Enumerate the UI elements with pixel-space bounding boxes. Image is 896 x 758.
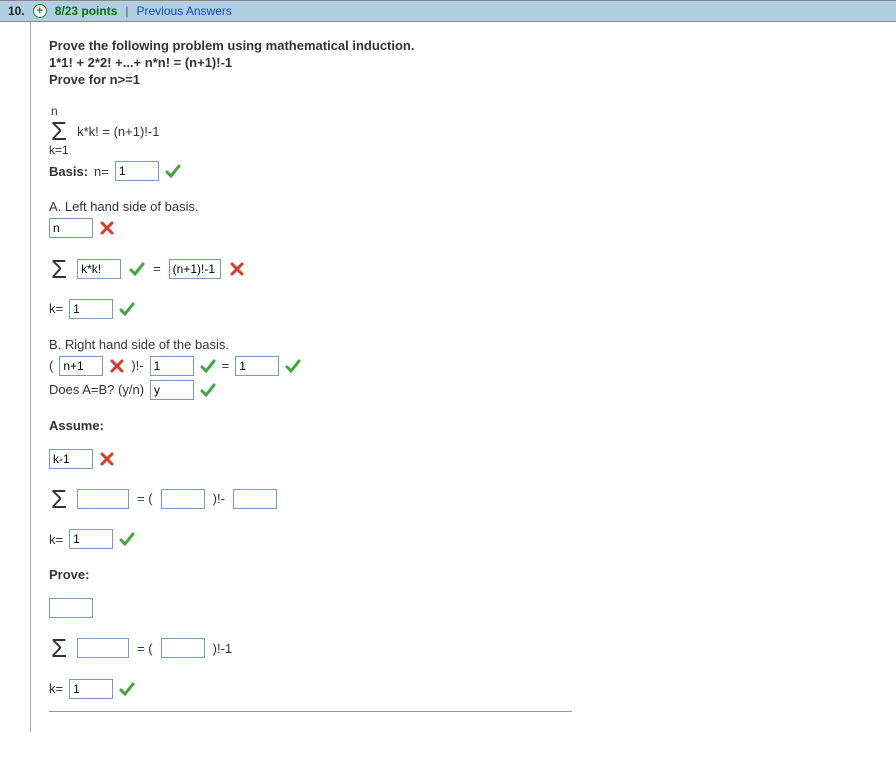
assume-tail-input[interactable] [233, 489, 277, 509]
prove-top-input[interactable] [49, 598, 93, 618]
check-icon [200, 358, 216, 374]
part-b-v2-input[interactable] [150, 356, 194, 376]
assume-section: Assume: Σ = ( )!- k= [49, 418, 572, 549]
question-content: Prove the following problem using mathem… [30, 22, 590, 732]
check-icon [129, 261, 145, 277]
part-a-body-input[interactable] [77, 259, 121, 279]
part-b-v1-input[interactable] [59, 356, 103, 376]
cross-icon [99, 220, 115, 236]
sigma-symbol: Σ [49, 622, 69, 674]
sigma-statement: n Σ k=1 k*k! = (n+1)!-1 [49, 105, 572, 157]
previous-answers-link[interactable]: Previous Answers [137, 4, 232, 18]
question-number: 10. [8, 4, 25, 18]
does-a-b: Does A=B? (y/n) [49, 380, 572, 400]
assume-label: Assume: [49, 418, 572, 433]
plus-icon[interactable]: + [33, 4, 47, 18]
points-text: 8/23 points [55, 4, 118, 18]
k-label: k= [49, 681, 63, 696]
cross-icon [229, 261, 245, 277]
check-icon [119, 681, 135, 697]
equals-label: = [153, 261, 161, 276]
sigma-symbol: Σ [49, 242, 69, 294]
cross-icon [99, 451, 115, 467]
part-b-v3-input[interactable] [235, 356, 279, 376]
question-header: 10. + 8/23 points | Previous Answers [0, 0, 896, 22]
prove-section: Prove: Σ = ( )!-1 k= [49, 567, 572, 698]
part-a: A. Left hand side of basis. Σ = k= [49, 199, 572, 318]
problem-title: Prove the following problem using mathem… [49, 38, 572, 53]
basis-row: Basis: n= [49, 161, 572, 181]
check-icon [200, 382, 216, 398]
basis-label: Basis: [49, 164, 88, 179]
does-ab-input[interactable] [150, 380, 194, 400]
part-b-title: B. Right hand side of the basis. [49, 337, 572, 352]
divider: | [125, 4, 128, 18]
part-b: B. Right hand side of the basis. ( )!- = [49, 337, 572, 376]
k-label: k= [49, 301, 63, 316]
separator [49, 711, 572, 712]
assume-paren-input[interactable] [161, 489, 205, 509]
part-a-k-input[interactable] [69, 299, 113, 319]
does-ab-label: Does A=B? (y/n) [49, 382, 144, 397]
part-a-title: A. Left hand side of basis. [49, 199, 572, 214]
basis-n-label: n= [94, 164, 109, 179]
basis-n-input[interactable] [115, 161, 159, 181]
prove-label: Prove: [49, 567, 572, 582]
prove-k-input[interactable] [69, 679, 113, 699]
problem-condition: Prove for n>=1 [49, 72, 572, 87]
assume-top-input[interactable] [49, 449, 93, 469]
assume-body-input[interactable] [77, 489, 129, 509]
sigma-body: k*k! = (n+1)!-1 [77, 124, 159, 139]
check-icon [119, 301, 135, 317]
part-a-rhs-input[interactable] [169, 259, 221, 279]
prove-paren-input[interactable] [161, 638, 205, 658]
sigma-symbol: n Σ k=1 [49, 105, 69, 157]
problem-equation: 1*1! + 2*2! +...+ n*n! = (n+1)!-1 [49, 55, 572, 70]
sigma-symbol: Σ [49, 473, 69, 525]
cross-icon [109, 358, 125, 374]
check-icon [165, 163, 181, 179]
part-a-top-input[interactable] [49, 218, 93, 238]
check-icon [285, 358, 301, 374]
assume-k-input[interactable] [69, 529, 113, 549]
prove-body-input[interactable] [77, 638, 129, 658]
check-icon [119, 531, 135, 547]
k-label: k= [49, 532, 63, 547]
